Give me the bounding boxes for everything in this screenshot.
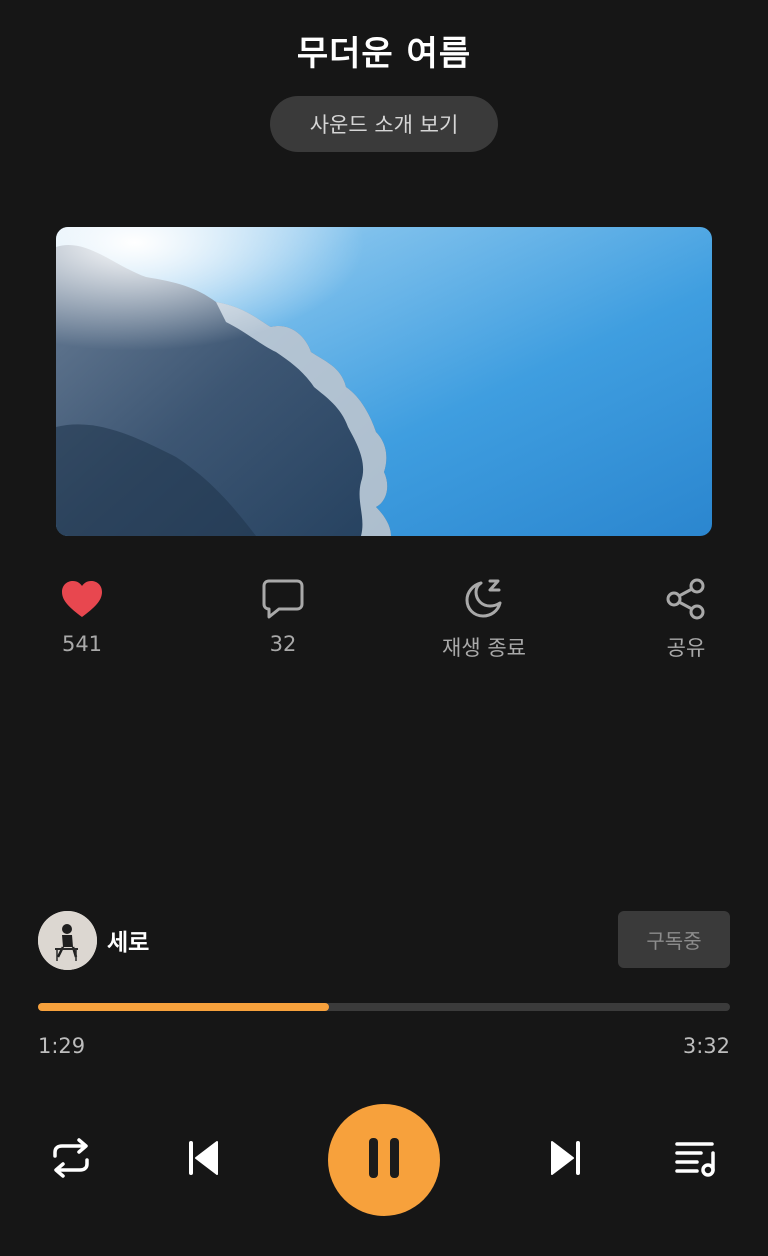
total-time: 3:32	[682, 1034, 730, 1058]
progress-fill	[38, 1003, 329, 1011]
page-title: 무더운 여름	[296, 34, 472, 74]
pause-icon	[366, 1136, 402, 1184]
next-button[interactable]	[541, 1135, 591, 1185]
skip-previous-icon	[183, 1138, 223, 1182]
pause-button[interactable]	[328, 1104, 440, 1216]
sleep-timer-icon	[459, 574, 509, 624]
sound-intro-button[interactable]: 사운드 소개 보기	[270, 96, 498, 152]
comment-count: 32	[269, 632, 297, 656]
share-label: 공유	[666, 636, 706, 660]
progress-bar[interactable]	[38, 1003, 730, 1011]
cover-image	[56, 227, 712, 536]
comment-button[interactable]: 32	[203, 574, 363, 664]
previous-button[interactable]	[178, 1135, 228, 1185]
current-time: 1:29	[38, 1034, 86, 1058]
artist-info[interactable]: 세로	[38, 910, 149, 970]
artist-name[interactable]: 세로	[107, 923, 149, 957]
like-count: 541	[61, 632, 103, 656]
heart-icon	[57, 574, 107, 624]
sleep-timer-button[interactable]: 재생 종료	[404, 574, 564, 664]
share-button[interactable]: 공유	[606, 574, 766, 664]
share-icon	[661, 574, 711, 624]
skip-next-icon	[546, 1138, 586, 1182]
repeat-button[interactable]	[46, 1135, 96, 1185]
comment-icon	[258, 574, 308, 624]
like-button[interactable]: 541	[2, 574, 162, 664]
avatar[interactable]	[38, 910, 97, 970]
playlist-icon	[674, 1138, 720, 1182]
subscribe-button[interactable]: 구독중	[618, 911, 730, 968]
repeat-icon	[49, 1136, 93, 1184]
sleep-timer-label: 재생 종료	[442, 636, 526, 660]
playlist-button[interactable]	[672, 1135, 722, 1185]
